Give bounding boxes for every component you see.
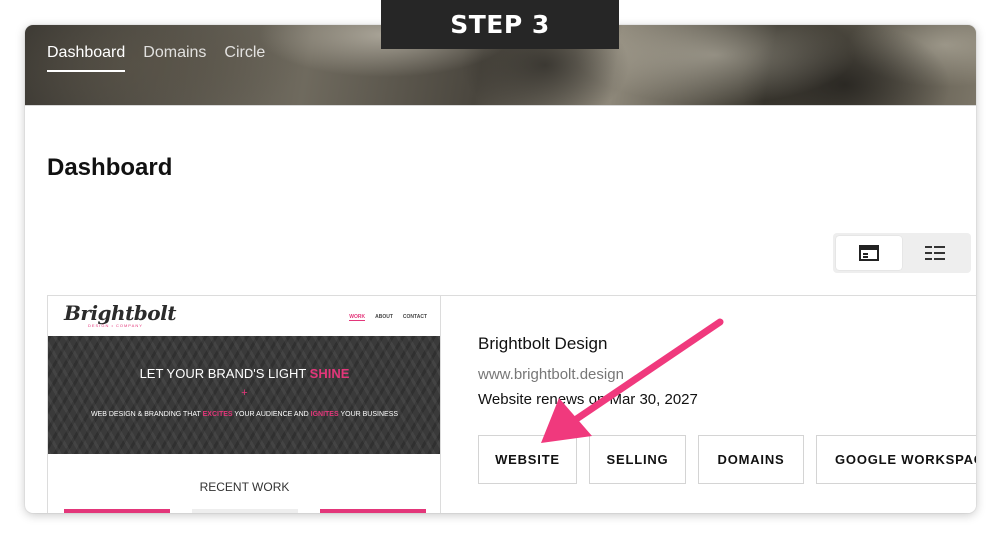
hero-sub-2: EXCITES (202, 411, 233, 418)
site-url[interactable]: www.brightbolt.design (478, 366, 624, 383)
site-card: Brightbolt DESIGN • COMPANY WORK ABOUT C… (47, 295, 976, 513)
preview-header: Brightbolt DESIGN • COMPANY WORK ABOUT C… (48, 296, 440, 336)
preview-hero-subtitle: WEB DESIGN & BRANDING THAT EXCITES YOUR … (48, 411, 440, 418)
app-window: Dashboard Domains Circle Dashboard Brigh… (25, 25, 976, 513)
tab-domains[interactable]: Domains (143, 44, 206, 72)
preview-hero: LET YOUR BRAND'S LIGHT SHINE + WEB DESIG… (48, 336, 440, 454)
preview-nav-about: ABOUT (375, 314, 393, 320)
preview-hero-title: LET YOUR BRAND'S LIGHT SHINE (48, 366, 440, 381)
site-renewal-date: Website renews on Mar 30, 2027 (478, 391, 698, 408)
hero-sub-1: WEB DESIGN & BRANDING THAT (90, 411, 203, 418)
tab-dashboard[interactable]: Dashboard (47, 44, 126, 72)
list-view-icon (925, 246, 945, 260)
step-banner: STEP 3 (381, 0, 619, 49)
preview-work-item (64, 509, 170, 513)
preview-nav-contact: CONTACT (402, 314, 427, 320)
hero-title-accent: SHINE (309, 366, 350, 381)
preview-recent-work-items (64, 509, 426, 513)
grid-view-icon (859, 245, 879, 261)
hero-sub-4: IGNITES (310, 411, 339, 418)
hero-sub-5: YOUR BUSINESS (338, 411, 399, 418)
site-actions: WEBSITE SELLING DOMAINS GOOGLE WORKSPACE (478, 435, 976, 484)
page: STEP 3 Dashboard Domains Circle Dashboar… (0, 0, 1000, 537)
preview-work-item (320, 509, 426, 513)
hero-sub-3: YOUR AUDIENCE AND (232, 411, 311, 418)
preview-hero-plus: + (241, 387, 248, 399)
grid-view-button[interactable] (836, 236, 902, 270)
selling-button[interactable]: SELLING (589, 435, 686, 484)
preview-logo: Brightbolt (64, 301, 176, 325)
preview-nav-work: WORK (349, 314, 366, 321)
preview-recent-work-title: RECENT WORK (199, 480, 290, 494)
site-preview-thumbnail[interactable]: Brightbolt DESIGN • COMPANY WORK ABOUT C… (48, 296, 441, 513)
preview-logo-sub: DESIGN • COMPANY (88, 323, 143, 328)
hero-title-text: LET YOUR BRAND'S LIGHT (139, 366, 310, 381)
view-toggle (833, 233, 971, 273)
website-button[interactable]: WEBSITE (478, 435, 577, 484)
list-view-button[interactable] (902, 236, 968, 270)
top-nav: Dashboard Domains Circle (47, 44, 265, 72)
tab-circle[interactable]: Circle (224, 44, 265, 72)
domains-button[interactable]: DOMAINS (698, 435, 804, 484)
google-workspace-button[interactable]: GOOGLE WORKSPACE (816, 435, 976, 484)
page-title: Dashboard (47, 154, 173, 181)
preview-nav: WORK ABOUT CONTACT (349, 314, 427, 321)
site-name[interactable]: Brightbolt Design (478, 334, 607, 354)
preview-work-item (192, 509, 298, 513)
